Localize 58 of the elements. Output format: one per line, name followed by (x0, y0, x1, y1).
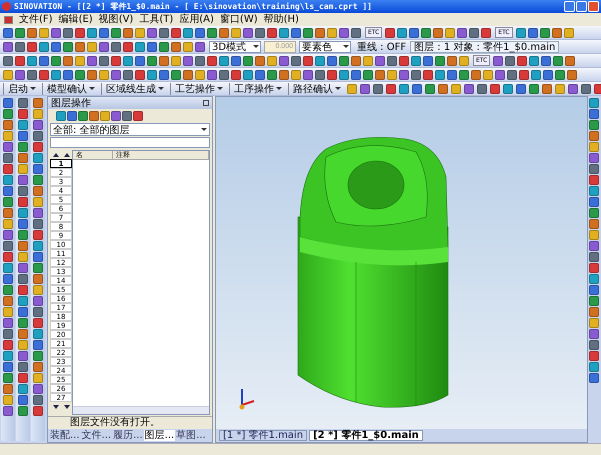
process-menu[interactable]: 工序操作 (229, 82, 286, 94)
layer-filter-dropdown[interactable]: 全部: 全部的图层 (50, 123, 210, 136)
toolbar-icon[interactable] (385, 28, 396, 38)
document-icon (4, 16, 13, 24)
toolbar-icon[interactable] (421, 28, 432, 38)
menu-item[interactable]: 工具(T) (139, 14, 174, 26)
toolbar-icon[interactable] (397, 28, 408, 38)
menu-item[interactable]: 编辑(E) (58, 14, 93, 26)
toolbar-icon[interactable] (409, 28, 420, 38)
horizontal-scrollbar[interactable] (73, 406, 209, 414)
dropdown[interactable]: 要素色 (299, 40, 351, 52)
process-menu[interactable]: 路径确认 (288, 82, 345, 94)
minimize-button[interactable] (564, 1, 575, 12)
close-icon[interactable] (203, 100, 209, 106)
toolbar-icon[interactable] (540, 28, 550, 38)
panel-tab[interactable]: 草图... (175, 430, 207, 441)
toolbar-icon[interactable] (469, 28, 480, 38)
info-label: 图层 : 1 对象 : 零件1_$0.main (410, 40, 560, 52)
close-button[interactable] (588, 1, 599, 12)
dropdown[interactable]: 3D模式 (209, 40, 261, 52)
toolbar-icon[interactable] (493, 56, 504, 66)
toolbar-icon[interactable] (445, 28, 456, 38)
toolbar-icon[interactable] (541, 56, 552, 66)
status-label: 重线 : OFF (356, 40, 408, 53)
toolbar-icon[interactable] (481, 28, 492, 38)
toolbar-icon[interactable] (553, 56, 564, 66)
process-menu[interactable]: 区域线生成 (101, 82, 168, 94)
panel-tab[interactable]: 图层... (144, 430, 176, 441)
menu-item[interactable]: 文件(F) (19, 14, 53, 26)
axis-triad-icon (240, 389, 254, 410)
maximize-button[interactable] (576, 1, 587, 12)
menu-item[interactable]: 视图(V) (98, 14, 134, 26)
process-menu[interactable]: 工艺操作 (170, 82, 227, 94)
app-icon (2, 2, 11, 11)
toolbar-icon[interactable] (565, 56, 576, 66)
menu-item[interactable]: 窗口(W) (220, 14, 258, 26)
toolbar-icon[interactable] (516, 28, 526, 38)
window-title: SINOVATION - [[2 *] 零件1_$0.main - [ E:\sinovation\training\ls_cam.cprt ]] (14, 1, 373, 12)
document-tab[interactable]: [2 *] 零件1_$0.main (309, 430, 423, 441)
toolbar-icon[interactable] (529, 56, 540, 66)
panel-tab[interactable]: 文件... (80, 430, 112, 441)
panel-title: 图层操作 (51, 97, 91, 110)
toolbar-icon[interactable] (457, 28, 468, 38)
menu-item[interactable]: 帮助(H) (264, 14, 299, 26)
toolbar-icon[interactable] (505, 56, 516, 66)
menu-item[interactable]: 应用(A) (179, 14, 214, 26)
search-field[interactable] (50, 137, 210, 148)
scroll-down-icon[interactable] (52, 404, 58, 408)
toolbar-icon[interactable] (564, 28, 574, 38)
toolbar-icon[interactable] (517, 56, 528, 66)
toolbar-icon[interactable] (433, 28, 444, 38)
process-menu[interactable]: 模型确认 (42, 82, 99, 94)
panel-tab[interactable]: 装配... (49, 430, 81, 441)
document-tab[interactable]: [1 *] 零件1.main (219, 430, 308, 441)
toolbar-icon[interactable] (552, 28, 562, 38)
toolbar-icon[interactable] (528, 28, 538, 38)
panel-tab[interactable]: 履历... (112, 430, 144, 441)
process-menu[interactable]: 启动 (3, 82, 40, 94)
